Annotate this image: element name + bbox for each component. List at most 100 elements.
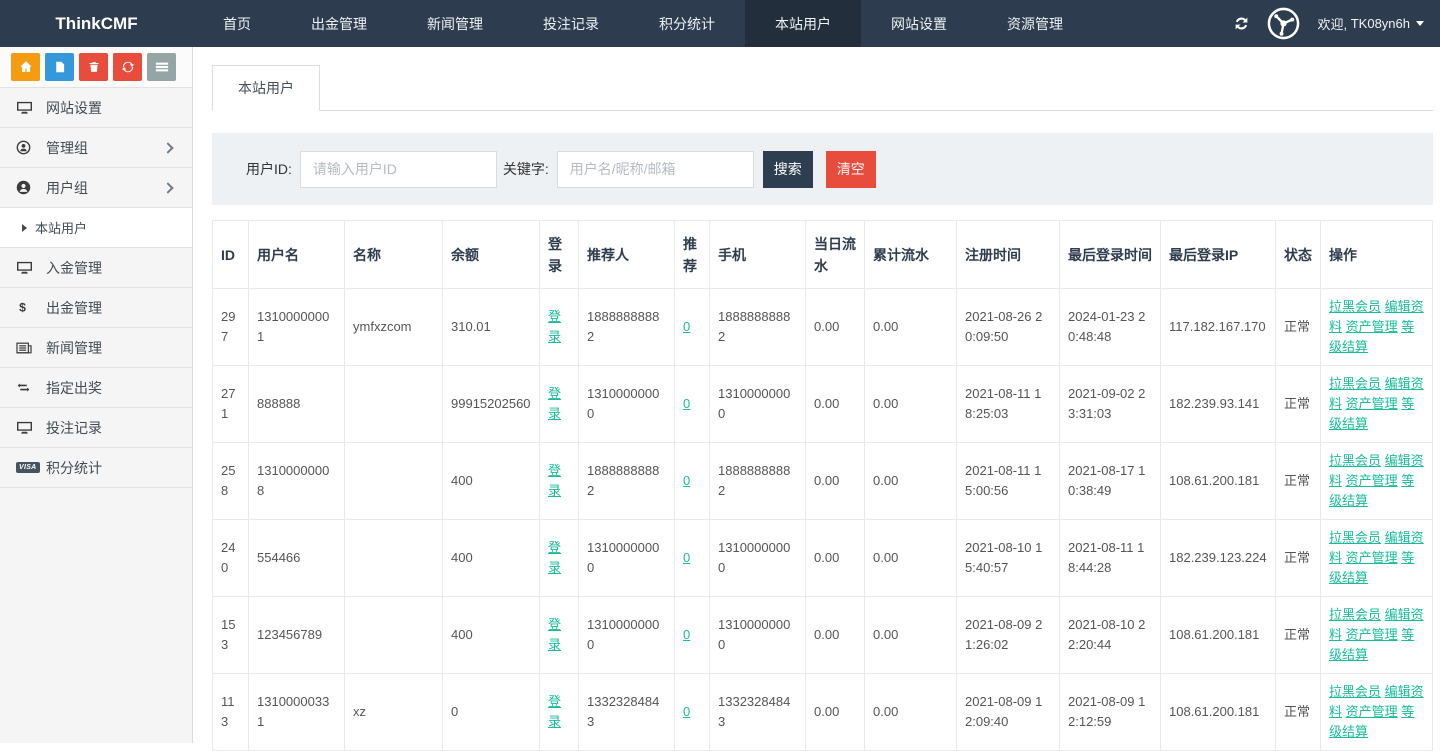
clear-button[interactable]: 清空 [826, 151, 876, 188]
sidebar-item-label: 积分统计 [46, 458, 102, 478]
user-menu[interactable]: 欢迎, TK08yn6h [1317, 14, 1424, 33]
sidebar-item[interactable]: 用户组 [0, 167, 192, 207]
home-icon[interactable] [11, 53, 40, 81]
sidebar-item-label: 出金管理 [46, 298, 102, 318]
table-row: 29713100000001ymfxzcom310.01登录1888888888… [213, 289, 1433, 366]
action-link[interactable]: 资产管理 [1346, 319, 1398, 334]
sidebar-item-label: 入金管理 [46, 258, 102, 278]
cell-last-login-time: 2021-08-17 10:38:49 [1060, 443, 1161, 520]
login-link[interactable]: 登录 [548, 694, 561, 729]
caret-right-icon [22, 224, 27, 232]
cell-daily-flow: 0.00 [806, 674, 865, 751]
file-icon[interactable] [45, 53, 74, 81]
nav-item[interactable]: 首页 [193, 0, 281, 47]
tab-site-users[interactable]: 本站用户 [212, 65, 320, 111]
sidebar-item[interactable]: 本站用户 [0, 207, 192, 247]
column-header: 最后登录IP [1161, 221, 1276, 289]
cell-username: 123456789 [249, 597, 345, 674]
sidebar-item[interactable]: 投注记录 [0, 407, 192, 447]
sidebar-item-label: 新闻管理 [46, 338, 102, 358]
action-link[interactable]: 资产管理 [1346, 396, 1398, 411]
cell-total-flow: 0.00 [865, 289, 957, 366]
action-link[interactable]: 拉黑会员 [1329, 530, 1381, 545]
action-link[interactable]: 拉黑会员 [1329, 684, 1381, 699]
trash-icon[interactable] [79, 53, 108, 81]
user-id-label: 用户ID: [246, 159, 292, 179]
action-link[interactable]: 资产管理 [1346, 473, 1398, 488]
user-group-icon [16, 180, 35, 195]
cell-daily-flow: 0.00 [806, 520, 865, 597]
action-link[interactable]: 资产管理 [1346, 704, 1398, 719]
login-link[interactable]: 登录 [548, 617, 561, 652]
keyword-label: 关键字: [503, 159, 549, 179]
sidebar-item[interactable]: VISA积分统计 [0, 447, 192, 487]
nav-item[interactable]: 资源管理 [977, 0, 1093, 47]
referrals-link[interactable]: 0 [683, 473, 690, 488]
referrals-link[interactable]: 0 [683, 627, 690, 642]
nav-item[interactable]: 网站设置 [861, 0, 977, 47]
sidebar-item[interactable]: 新闻管理 [0, 327, 192, 367]
action-link[interactable]: 资产管理 [1346, 550, 1398, 565]
column-header: 推荐 [675, 221, 710, 289]
nav-item[interactable]: 投注记录 [513, 0, 629, 47]
cell-name [345, 597, 443, 674]
cell-phone: 13323284843 [710, 674, 806, 751]
login-link[interactable]: 登录 [548, 463, 561, 498]
cell-last-login-ip: 117.182.167.170 [1161, 289, 1276, 366]
referrals-link[interactable]: 0 [683, 396, 690, 411]
sidebar-item[interactable]: 管理组 [0, 127, 192, 167]
column-header: 推荐人 [579, 221, 675, 289]
main-nav: 首页出金管理新闻管理投注记录积分统计本站用户网站设置资源管理 [193, 0, 1093, 47]
cell-daily-flow: 0.00 [806, 597, 865, 674]
referrals-link[interactable]: 0 [683, 704, 690, 719]
brand[interactable]: ThinkCMF [0, 0, 193, 47]
nav-item[interactable]: 出金管理 [281, 0, 397, 47]
refresh-icon[interactable] [1233, 15, 1250, 32]
action-link[interactable]: 拉黑会员 [1329, 376, 1381, 391]
sidebar-item[interactable]: 入金管理 [0, 247, 192, 287]
column-header: 状态 [1276, 221, 1321, 289]
column-header: 累计流水 [865, 221, 957, 289]
sidebar: 网站设置管理组用户组本站用户入金管理 $ 出金管理新闻管理指定出奖投注记录VISA积… [0, 47, 193, 743]
cell-status: 正常 [1276, 597, 1321, 674]
nav-item[interactable]: 积分统计 [629, 0, 745, 47]
search-button[interactable]: 搜索 [763, 151, 813, 188]
cell-total-flow: 0.00 [865, 366, 957, 443]
cell-phone: 13100000000 [710, 366, 806, 443]
column-header: 手机 [710, 221, 806, 289]
list-icon[interactable] [147, 53, 176, 81]
cell-register-time: 2021-08-09 21:26:02 [957, 597, 1060, 674]
recycle-icon[interactable] [113, 53, 142, 81]
sidebar-item[interactable]: $ 出金管理 [0, 287, 192, 327]
table-row: 153123456789400登录13100000000013100000000… [213, 597, 1433, 674]
cell-balance: 99915202560 [443, 366, 540, 443]
keyword-input[interactable] [557, 151, 754, 188]
action-link[interactable]: 资产管理 [1346, 627, 1398, 642]
cell-actions: 拉黑会员 编辑资料 资产管理 等级结算 [1321, 674, 1433, 751]
dollar-icon: $ [16, 300, 35, 315]
login-link[interactable]: 登录 [548, 309, 561, 344]
cell-id: 271 [213, 366, 249, 443]
action-link[interactable]: 拉黑会员 [1329, 453, 1381, 468]
action-link[interactable]: 拉黑会员 [1329, 607, 1381, 622]
cell-referrals: 0 [675, 597, 710, 674]
users-table: ID用户名名称余额登录推荐人推荐手机当日流水累计流水注册时间最后登录时间最后登录… [212, 220, 1433, 751]
cell-balance: 0 [443, 674, 540, 751]
cell-last-login-time: 2024-01-23 20:48:48 [1060, 289, 1161, 366]
cell-username: 13100000331 [249, 674, 345, 751]
cell-actions: 拉黑会员 编辑资料 资产管理 等级结算 [1321, 597, 1433, 674]
main-content: 本站用户 用户ID: 关键字: 搜索 清空 ID用户名名称余额登录推荐人推荐手机… [193, 47, 1440, 743]
action-link[interactable]: 拉黑会员 [1329, 299, 1381, 314]
login-link[interactable]: 登录 [548, 386, 561, 421]
nav-item[interactable]: 本站用户 [745, 0, 861, 47]
user-id-input[interactable] [300, 151, 497, 188]
login-link[interactable]: 登录 [548, 540, 561, 575]
cell-actions: 拉黑会员 编辑资料 资产管理 等级结算 [1321, 443, 1433, 520]
avatar[interactable] [1267, 7, 1300, 40]
referrals-link[interactable]: 0 [683, 550, 690, 565]
referrals-link[interactable]: 0 [683, 319, 690, 334]
sidebar-item[interactable]: 网站设置 [0, 87, 192, 127]
nav-item[interactable]: 新闻管理 [397, 0, 513, 47]
sidebar-item[interactable]: 指定出奖 [0, 367, 192, 407]
cell-balance: 310.01 [443, 289, 540, 366]
